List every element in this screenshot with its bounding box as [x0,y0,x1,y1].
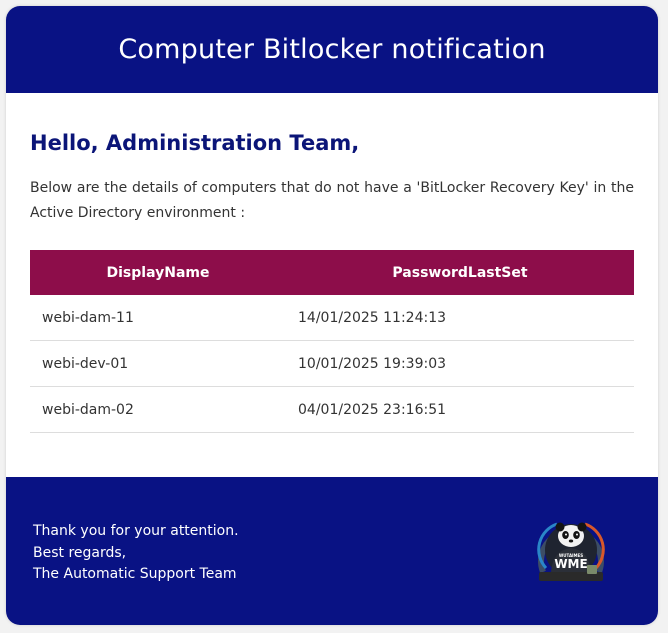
table-row: webi-dam-02 04/01/2025 23:16:51 [30,386,634,433]
notification-card: Computer Bitlocker notification Hello, A… [6,6,658,625]
table-row: webi-dam-11 14/01/2025 11:24:13 [30,295,634,341]
email-body: Hello, Administration Team, Below are th… [6,93,658,433]
computers-table: DisplayName PasswordLastSet webi-dam-11 … [30,250,634,433]
cell-passwordlastset: 14/01/2025 11:24:13 [286,295,634,341]
cell-displayname: webi-dev-01 [30,340,286,387]
footer-bar: Thank you for your attention. Best regar… [6,477,658,625]
cell-passwordlastset: 04/01/2025 23:16:51 [286,386,634,433]
table-header-row: DisplayName PasswordLastSet [30,250,634,295]
page-title: Computer Bitlocker notification [118,34,546,65]
header-bar: Computer Bitlocker notification [6,6,658,93]
table-row: webi-dev-01 10/01/2025 19:39:03 [30,340,634,387]
cell-passwordlastset: 10/01/2025 19:39:03 [286,340,634,387]
greeting-heading: Hello, Administration Team, [30,131,360,155]
cell-displayname: webi-dam-11 [30,295,286,341]
team-name: The Automatic Support Team [33,566,237,582]
logo-text: WME [554,557,587,571]
thanks-line: Thank you for your attention. [33,523,239,539]
column-header-displayname: DisplayName [106,264,210,281]
signature-block: Thank you for your attention. Best regar… [33,521,239,586]
cell-displayname: webi-dam-02 [30,386,286,433]
column-header-passwordlastset: PasswordLastSet [392,264,528,281]
intro-paragraph: Below are the details of computers that … [30,180,634,221]
regards-line: Best regards, [33,544,127,561]
panda-logo-icon: WUTAIMES WME [537,522,605,581]
